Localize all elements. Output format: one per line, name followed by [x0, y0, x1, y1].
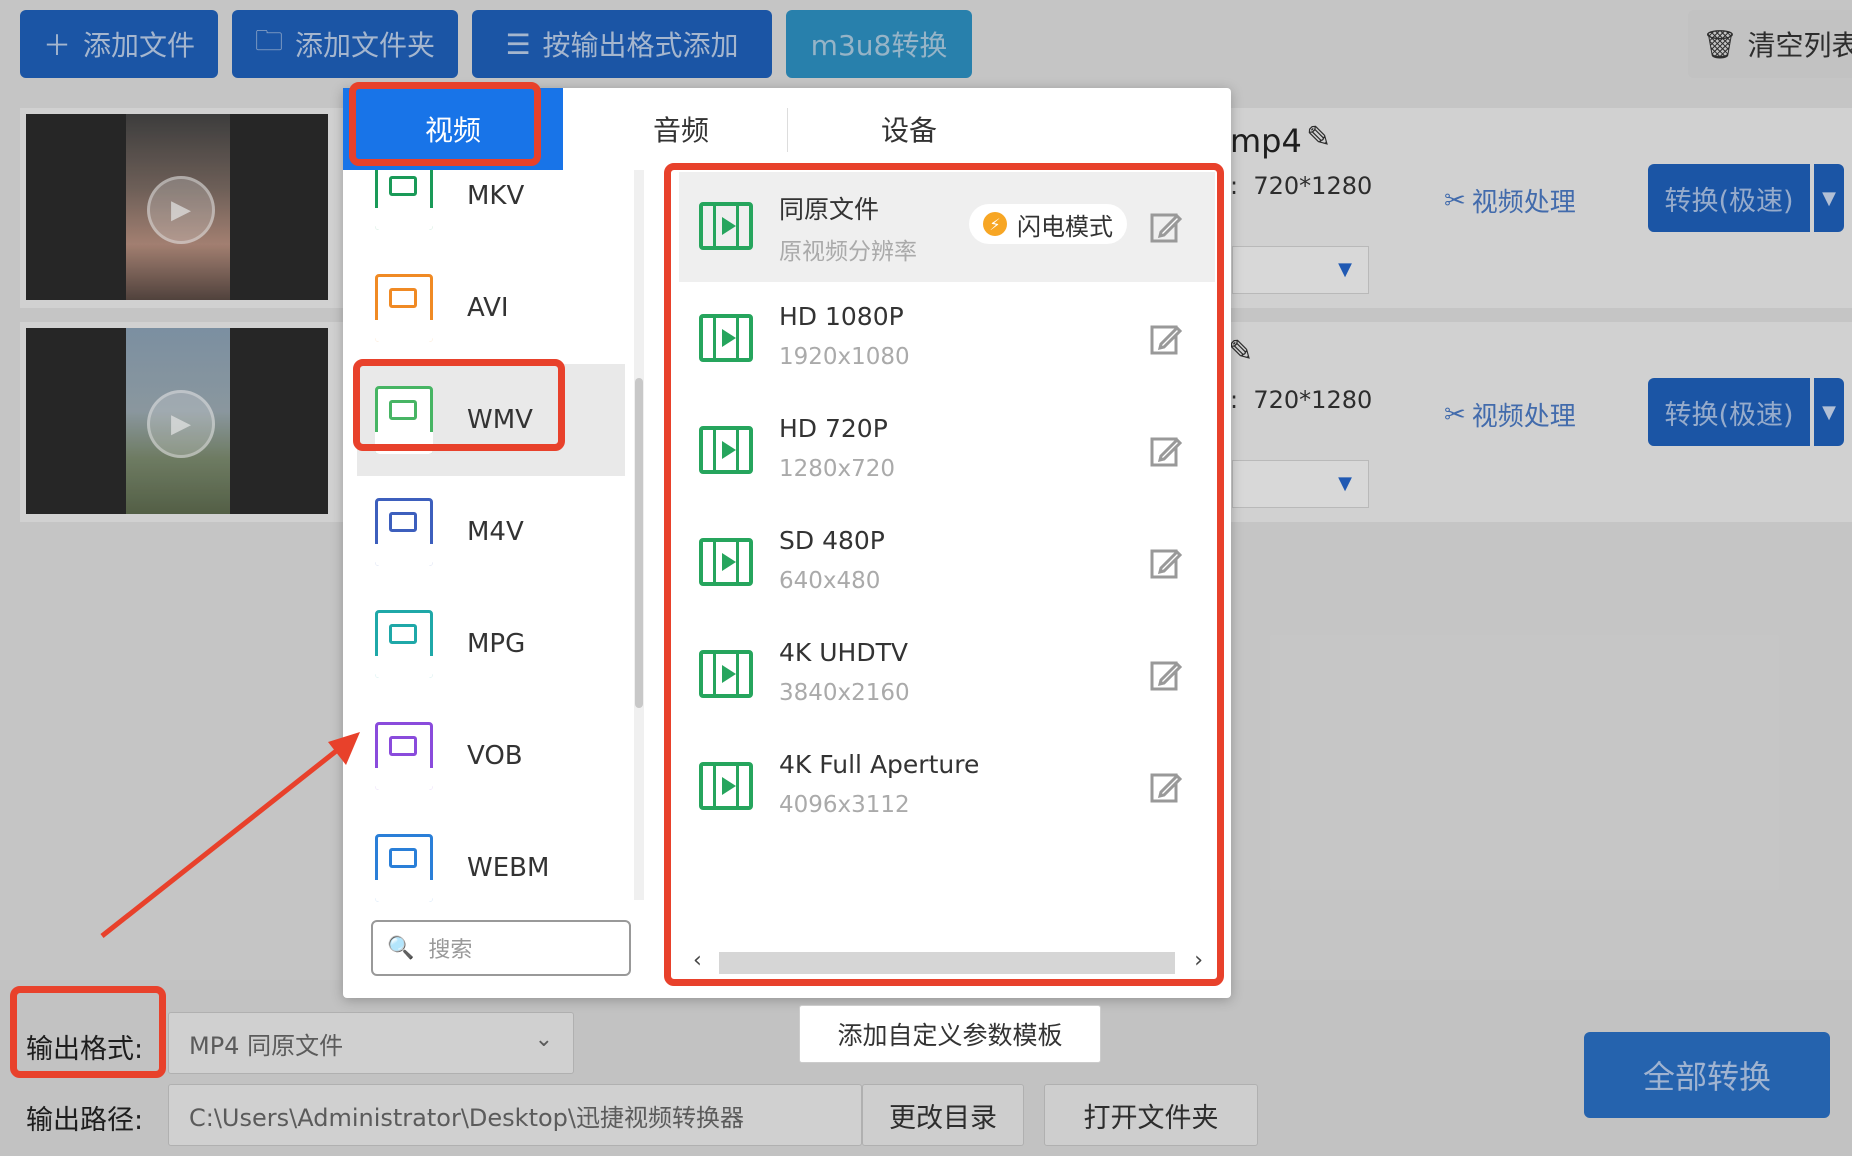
- format-name: VOB: [467, 741, 523, 771]
- search-icon: 🔍: [387, 935, 415, 961]
- format-item-m4v[interactable]: M4V M4V: [357, 476, 625, 588]
- format-name: AVI: [467, 293, 509, 323]
- add-custom-template-button[interactable]: 添加自定义参数模板: [799, 1005, 1101, 1063]
- format-item-mpg[interactable]: MPG MPG: [357, 588, 625, 700]
- annotation-resolution-panel: [664, 163, 1224, 986]
- format-item-avi[interactable]: AVI AVI: [357, 252, 625, 364]
- annotation-video-tab: [349, 82, 541, 166]
- format-search-input[interactable]: 🔍 搜索: [371, 920, 631, 976]
- format-name: MPG: [467, 629, 526, 659]
- format-item-vob[interactable]: VOB VOB: [357, 700, 625, 812]
- format-list-scrollbar[interactable]: [634, 170, 644, 900]
- annotation-output-format: [10, 986, 166, 1078]
- format-item-mkv[interactable]: MKV MKV: [357, 170, 625, 252]
- mkv-file-icon: MKV: [375, 170, 433, 230]
- m4v-file-icon: M4V: [375, 498, 433, 566]
- tab-device[interactable]: 设备: [799, 88, 1019, 170]
- avi-file-icon: AVI: [375, 274, 433, 342]
- format-name: M4V: [467, 517, 524, 547]
- annotation-wmv: [353, 359, 565, 451]
- format-name: MKV: [467, 181, 525, 211]
- tab-divider: [787, 108, 788, 152]
- tab-audio[interactable]: 音频: [563, 88, 799, 170]
- format-item-webm[interactable]: WEBM WEBM: [357, 812, 625, 924]
- mpg-file-icon: MPG: [375, 610, 433, 678]
- format-list: MKV MKV AVI AVI WMV WMV M4V M4V MPG MPG …: [343, 170, 643, 990]
- vob-file-icon: VOB: [375, 722, 433, 790]
- format-name: WEBM: [467, 853, 550, 883]
- search-placeholder: 搜索: [428, 938, 473, 963]
- webm-file-icon: WEBM: [375, 834, 433, 902]
